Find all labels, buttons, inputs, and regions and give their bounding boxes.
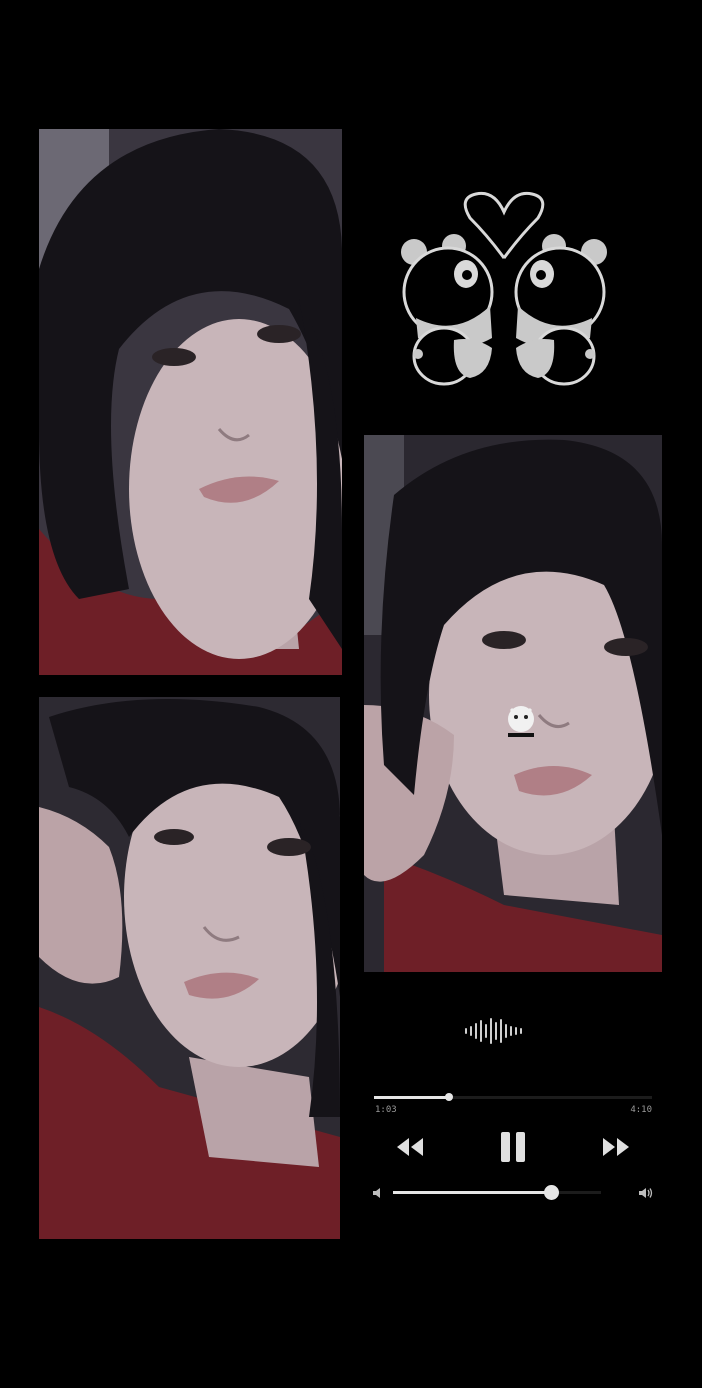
- progress-knob[interactable]: [445, 1093, 454, 1101]
- time-total: 4:10: [630, 1105, 652, 1115]
- cat-sticker-icon: [505, 703, 537, 739]
- volume-knob[interactable]: [544, 1185, 560, 1200]
- fast-forward-icon: [603, 1138, 629, 1156]
- volume-slider[interactable]: [393, 1185, 601, 1200]
- kissing-pandas-heart-icon: [396, 188, 612, 386]
- progress-fill: [374, 1096, 450, 1099]
- rewind-button[interactable]: [395, 1136, 425, 1158]
- selfie-photo-bottom-left: [39, 697, 340, 1239]
- playback-controls: [364, 1128, 662, 1168]
- pause-icon: [501, 1132, 525, 1162]
- selfie-photo-1-image: [39, 129, 342, 675]
- fast-forward-button[interactable]: [601, 1136, 631, 1158]
- volume-high-icon: [639, 1188, 653, 1198]
- selfie-photo-top-left: [39, 129, 342, 675]
- progress-bar[interactable]: [374, 1093, 652, 1101]
- volume-fill: [393, 1191, 552, 1194]
- time-elapsed: 1:03: [375, 1105, 397, 1115]
- music-player: 1:03 4:10: [364, 1000, 662, 1220]
- volume-control: [364, 1183, 662, 1203]
- pause-button[interactable]: [498, 1130, 528, 1164]
- rewind-icon: [397, 1138, 423, 1156]
- volume-low-icon: [373, 1188, 380, 1198]
- waveform-icon: [464, 1016, 526, 1046]
- selfie-photo-2-image: [39, 697, 340, 1239]
